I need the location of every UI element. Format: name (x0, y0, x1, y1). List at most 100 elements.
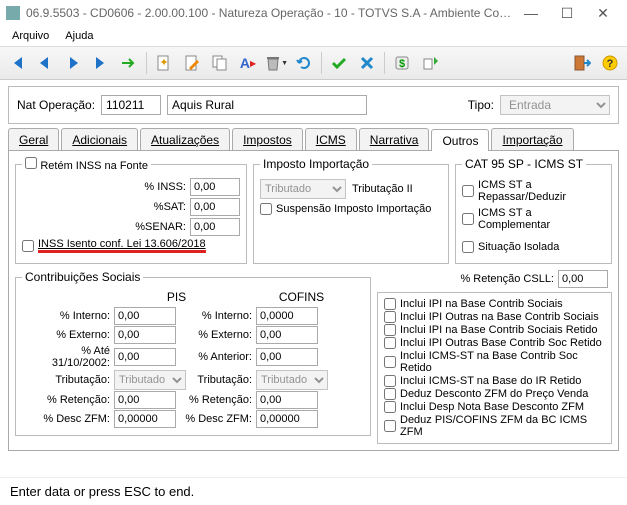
text-button[interactable]: A▶ (235, 50, 261, 76)
minimize-button[interactable]: — (513, 2, 549, 24)
pis-externo-label: % Externo: (22, 329, 114, 341)
cat-legend: CAT 95 SP - ICMS ST (462, 157, 586, 171)
new-button[interactable]: ✦ (151, 50, 177, 76)
menubar: Arquivo Ajuda (0, 26, 627, 46)
help-button[interactable]: ? (597, 50, 623, 76)
flag-6-check[interactable] (384, 375, 396, 387)
flag-3-check[interactable] (384, 324, 396, 336)
icmsst-repassar-check[interactable] (462, 185, 474, 197)
flag-9-check[interactable] (384, 420, 396, 432)
maximize-button[interactable]: ☐ (549, 2, 585, 24)
confirm-button[interactable] (326, 50, 352, 76)
tab-adicionais[interactable]: Adicionais (61, 128, 138, 150)
cof-trib-select[interactable]: Tributado (256, 370, 328, 390)
last-button[interactable] (88, 50, 114, 76)
csll-label: % Retenção CSLL: (460, 273, 554, 285)
pis-ret-input[interactable] (114, 391, 176, 409)
flag-2-label: Inclui IPI Outras na Base Contrib Sociai… (400, 311, 599, 323)
cof-interno-label: % Interno: (176, 310, 256, 322)
tab-importacao[interactable]: Importação (491, 128, 573, 150)
flag-3-label: Inclui IPI na Base Contrib Sociais Retid… (400, 324, 598, 336)
flag-7-check[interactable] (384, 388, 396, 400)
tab-narrativa[interactable]: Narrativa (359, 128, 430, 150)
close-button[interactable]: ✕ (585, 2, 621, 24)
inss-isento-check[interactable] (22, 240, 34, 252)
status-bar: Enter data or press ESC to end. (0, 477, 627, 505)
related-button[interactable] (417, 50, 443, 76)
next-button[interactable] (60, 50, 86, 76)
pct-senar-label: %SENAR: (135, 221, 186, 233)
delete-button[interactable]: ▼ (263, 50, 289, 76)
situacao-isolada-check[interactable] (462, 241, 474, 253)
tab-icms[interactable]: ICMS (305, 128, 357, 150)
nat-operacao-code[interactable] (101, 95, 161, 115)
cof-anterior-input[interactable] (256, 348, 318, 366)
tipo-select[interactable]: Entrada (500, 95, 610, 115)
pis-interno-input[interactable] (114, 307, 176, 325)
tab-outros[interactable]: Outros (431, 129, 489, 151)
cof-externo-input[interactable] (256, 326, 318, 344)
prev-button[interactable] (32, 50, 58, 76)
flag-5-check[interactable] (384, 356, 396, 368)
imp-tributado-select[interactable]: Tributado (260, 179, 346, 199)
toolbar: ✦ A▶ ▼ $ ? (0, 46, 627, 80)
cancel-button[interactable] (354, 50, 380, 76)
tab-atualizacoes[interactable]: Atualizações (140, 128, 230, 150)
edit-button[interactable] (179, 50, 205, 76)
svg-text:✦: ✦ (159, 57, 168, 69)
pct-sat-input[interactable] (190, 198, 240, 216)
susp-imp-check[interactable] (260, 203, 272, 215)
pis-header: PIS (114, 288, 239, 306)
tab-impostos[interactable]: Impostos (232, 128, 303, 150)
imp-legend: Imposto Importação (260, 157, 372, 171)
pis-ret-label: % Retenção: (22, 394, 114, 406)
cof-trib-label: Tributação: (186, 374, 256, 386)
pis-externo-input[interactable] (114, 326, 176, 344)
pct-senar-input[interactable] (190, 218, 240, 236)
menu-ajuda[interactable]: Ajuda (57, 28, 101, 44)
cof-ret-input[interactable] (256, 391, 318, 409)
pis-zfm-input[interactable] (114, 410, 176, 428)
retem-inss-check[interactable] (25, 157, 37, 169)
group-inss: Retém INSS na Fonte % INSS: %SAT: %SENAR… (15, 157, 247, 264)
app-icon (6, 6, 20, 20)
nat-operacao-desc[interactable] (167, 95, 367, 115)
tab-geral[interactable]: Geral (8, 128, 59, 150)
tipo-label: Tipo: (468, 98, 494, 112)
first-button[interactable] (4, 50, 30, 76)
exit-button[interactable] (569, 50, 595, 76)
pis-ate-input[interactable] (114, 348, 176, 366)
csll-input[interactable] (558, 270, 608, 288)
flag-1-check[interactable] (384, 298, 396, 310)
flag-4-label: Inclui IPI Outras Base Contrib Soc Retid… (400, 337, 602, 349)
menu-arquivo[interactable]: Arquivo (4, 28, 57, 44)
flag-4-check[interactable] (384, 337, 396, 349)
pis-trib-select[interactable]: Tributado (114, 370, 186, 390)
flags-panel: Inclui IPI na Base Contrib Sociais Inclu… (377, 292, 612, 444)
goto-button[interactable] (116, 50, 142, 76)
icmsst-complementar-check[interactable] (462, 213, 474, 225)
pis-ate-label: % Até 31/10/2002: (22, 345, 114, 369)
svg-text:$: $ (399, 58, 405, 70)
pis-interno-label: % Interno: (22, 310, 114, 322)
money-button[interactable]: $ (389, 50, 415, 76)
cof-zfm-input[interactable] (256, 410, 318, 428)
svg-text:?: ? (607, 58, 614, 70)
icmsst-repassar-label: ICMS ST a Repassar/Deduzir (478, 179, 605, 203)
copy-button[interactable] (207, 50, 233, 76)
cof-ret-label: % Retenção: (176, 394, 256, 406)
flag-1-label: Inclui IPI na Base Contrib Sociais (400, 298, 563, 310)
pct-inss-label: % INSS: (144, 181, 186, 193)
flag-2-check[interactable] (384, 311, 396, 323)
undo-button[interactable] (291, 50, 317, 76)
flag-9-label: Deduz PIS/COFINS ZFM da BC ICMS ZFM (400, 414, 605, 438)
header-panel: Nat Operação: Tipo: Entrada (8, 86, 619, 124)
flag-8-check[interactable] (384, 401, 396, 413)
window-title: 06.9.5503 - CD0606 - 2.00.00.100 - Natur… (26, 6, 513, 20)
group-cat95: CAT 95 SP - ICMS ST ICMS ST a Repassar/D… (455, 157, 612, 264)
situacao-isolada-label: Situação Isolada (478, 241, 559, 253)
nat-operacao-label: Nat Operação: (17, 98, 95, 112)
cof-interno-input[interactable] (256, 307, 318, 325)
contrib-legend: Contribuições Sociais (22, 270, 143, 284)
pct-inss-input[interactable] (190, 178, 240, 196)
